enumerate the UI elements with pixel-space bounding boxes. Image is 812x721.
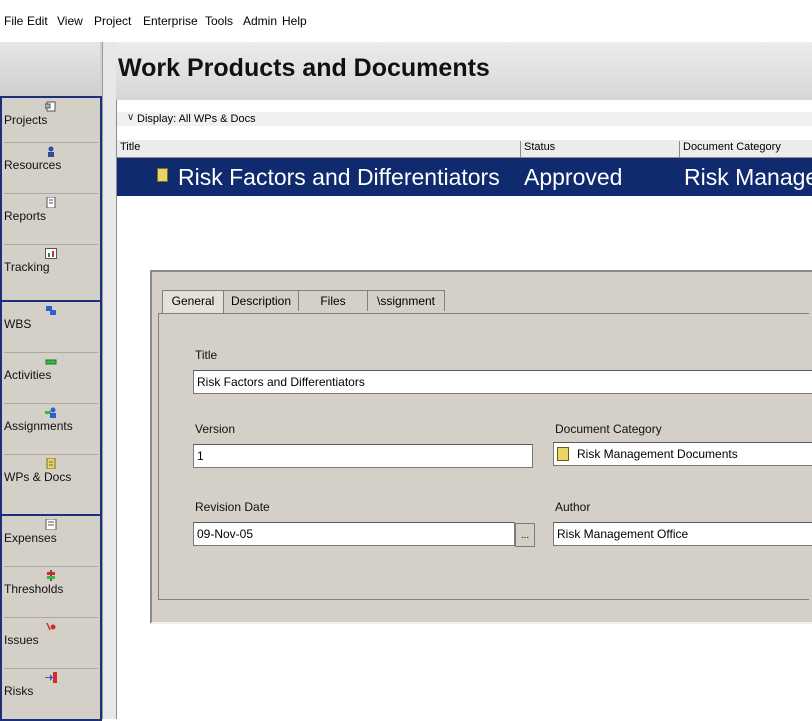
menu-view[interactable]: View [57, 14, 83, 28]
sidebar-item-label: Expenses [4, 531, 57, 545]
sidebar-item-resources[interactable]: Resources [4, 143, 98, 194]
tab-description[interactable]: Description [223, 290, 299, 311]
thresholds-icon [47, 570, 55, 581]
assignments-icon [45, 407, 56, 418]
author-label: Author [555, 500, 591, 514]
sidebar-item-expenses[interactable]: Expenses [4, 516, 98, 567]
menu-bar: File Edit View Project Enterprise Tools … [0, 0, 812, 42]
column-header-title[interactable]: Title [117, 141, 521, 157]
sidebar-header [0, 42, 100, 96]
document-category-value: Risk Management Documents [577, 447, 738, 461]
tab-files[interactable]: Files [298, 290, 368, 311]
document-icon [46, 458, 56, 469]
sidebar-item-projects[interactable]: Projects [4, 98, 98, 143]
sidebar-group-control: Expenses Thresholds Issues Risks [0, 514, 102, 721]
document-icon [557, 446, 569, 461]
date-picker-button[interactable]: ... [515, 523, 535, 547]
sidebar-item-label: Assignments [4, 419, 73, 433]
tab-assignment[interactable]: \ssignment [367, 290, 445, 311]
page-title: Work Products and Documents [118, 54, 490, 82]
display-filter[interactable]: ∨ Display: All WPs & Docs [117, 112, 812, 126]
column-header-document-category[interactable]: Document Category [680, 141, 812, 157]
title-field[interactable]: Risk Factors and Differentiators [193, 370, 812, 394]
table-row[interactable]: Risk Factors and Differentiators Approve… [117, 158, 812, 196]
sidebar-item-assignments[interactable]: Assignments [4, 404, 98, 455]
title-label: Title [195, 348, 218, 362]
menu-edit[interactable]: Edit [27, 14, 48, 28]
sidebar-item-label: WBS [4, 317, 32, 331]
column-headers: Title Status Document Category [117, 140, 812, 158]
version-label: Version [195, 422, 236, 436]
sidebar-item-label: Activities [4, 368, 52, 382]
menu-tools[interactable]: Tools [205, 14, 233, 28]
menu-help[interactable]: Help [282, 14, 307, 28]
document-category-label: Document Category [555, 422, 662, 436]
issues-icon [46, 622, 56, 631]
page-header: Work Products and Documents [116, 42, 812, 100]
row-category: Risk Management Documents [684, 164, 812, 190]
row-status: Approved [524, 164, 623, 190]
sidebar-item-tracking[interactable]: Tracking [4, 245, 98, 296]
wbs-icon [46, 306, 56, 315]
sidebar-item-issues[interactable]: Issues [4, 618, 98, 669]
sidebar-item-wbs[interactable]: WBS [4, 302, 98, 353]
sidebar-item-thresholds[interactable]: Thresholds [4, 567, 98, 618]
menu-project[interactable]: Project [94, 14, 131, 28]
tab-general[interactable]: General [162, 290, 224, 313]
display-filter-label: Display: All WPs & Docs [137, 113, 256, 125]
sidebar-group-enterprise: Projects Resources Reports Tracking [0, 96, 102, 302]
general-tab-panel: Title Risk Factors and Differentiators V… [158, 313, 812, 600]
resources-icon [48, 146, 54, 157]
sidebar-item-wps-docs[interactable]: WPs & Docs [4, 455, 98, 510]
column-header-status[interactable]: Status [521, 141, 680, 157]
reports-icon [46, 197, 56, 208]
sidebar-item-label: Risks [4, 684, 34, 698]
activities-icon [45, 359, 57, 365]
sidebar-group-project: WBS Activities Assignments WPs & Docs [0, 300, 102, 516]
projects-icon [45, 101, 56, 112]
menu-admin[interactable]: Admin [243, 14, 277, 28]
sidebar-item-label: Resources [4, 158, 62, 172]
menu-enterprise[interactable]: Enterprise [143, 14, 198, 28]
sidebar-item-label: Issues [4, 633, 39, 647]
tracking-icon [45, 248, 57, 259]
sidebar-item-reports[interactable]: Reports [4, 194, 98, 245]
revision-date-field[interactable]: 09-Nov-05 [193, 522, 515, 546]
sidebar-item-activities[interactable]: Activities [4, 353, 98, 404]
menu-file[interactable]: File [4, 14, 23, 28]
detail-panel: General Description Files \ssignment Tit… [150, 270, 812, 624]
sidebar-item-label: Projects [4, 113, 48, 127]
sidebar-item-risks[interactable]: Risks [4, 669, 98, 719]
sidebar-item-label: Reports [4, 209, 47, 223]
version-field[interactable]: 1 [193, 444, 533, 468]
row-title: Risk Factors and Differentiators [178, 164, 500, 190]
revision-date-label: Revision Date [195, 500, 270, 514]
sidebar-item-label: WPs & Docs [4, 470, 72, 484]
sidebar: Projects Resources Reports Tracking WBS … [0, 42, 102, 721]
sidebar-item-label: Thresholds [4, 582, 64, 596]
document-icon [157, 167, 168, 182]
risks-icon [45, 672, 57, 683]
chevron-down-icon[interactable]: ∨ [127, 112, 134, 123]
splitter[interactable] [102, 42, 117, 719]
row-title-cell: Risk Factors and Differentiators [157, 164, 517, 191]
document-category-field[interactable]: Risk Management Documents [553, 442, 812, 466]
sidebar-item-label: Tracking [4, 260, 50, 274]
expenses-icon [45, 519, 57, 530]
author-field[interactable]: Risk Management Office [553, 522, 812, 546]
